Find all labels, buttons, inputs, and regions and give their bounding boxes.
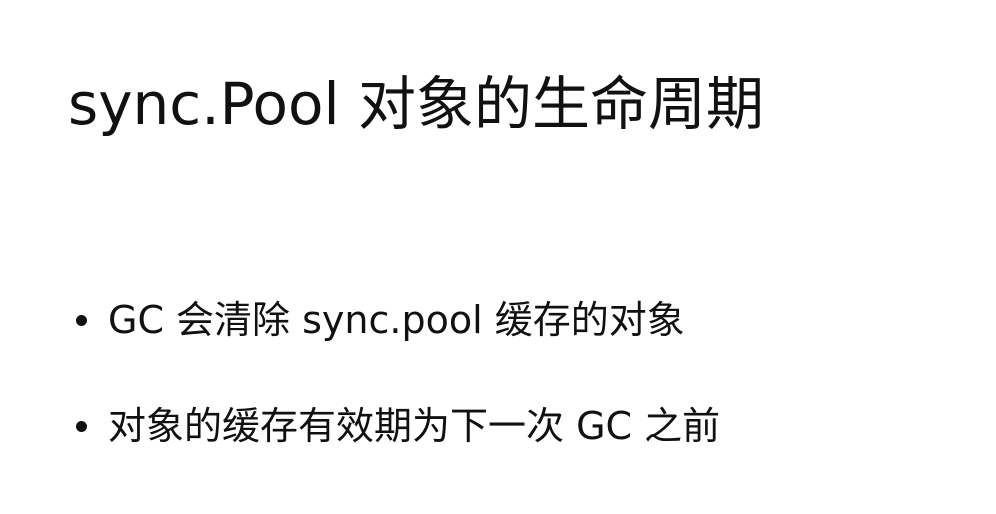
bullet-dot-icon — [76, 315, 87, 326]
bullet-dot-icon — [76, 421, 87, 432]
bullet-text: 对象的缓存有效期为下一次 GC 之前 — [108, 404, 721, 448]
bullet-text: GC 会清除 sync.pool 缓存的对象 — [108, 298, 685, 342]
slide-title: sync.Pool 对象的生命周期 — [68, 69, 765, 138]
slide: sync.Pool 对象的生命周期 GC 会清除 sync.pool 缓存的对象… — [0, 0, 996, 514]
